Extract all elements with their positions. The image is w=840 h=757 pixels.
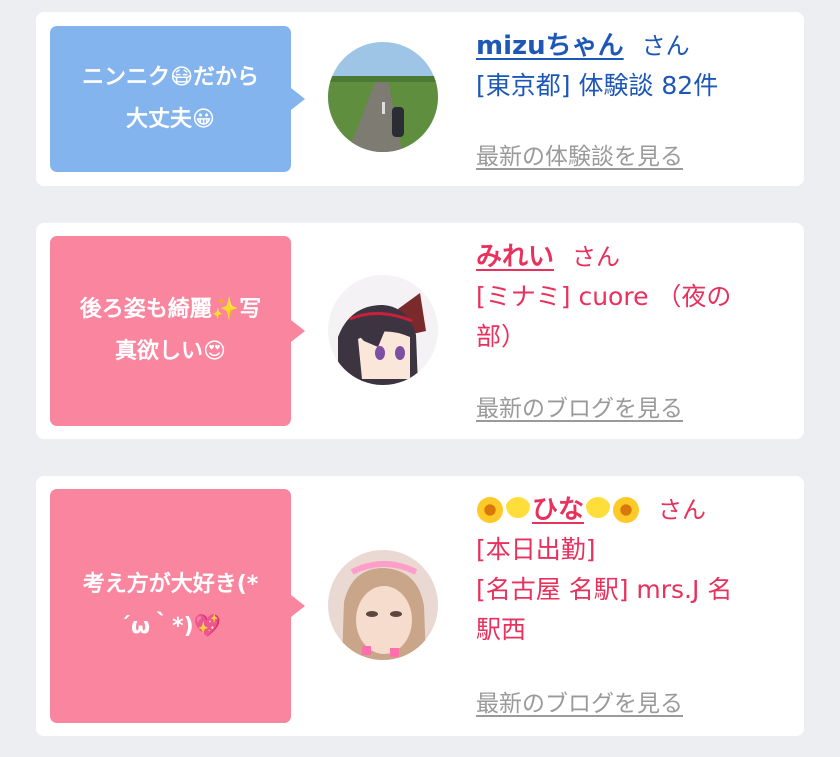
avatar-photo	[328, 42, 438, 152]
avatar-photo	[328, 275, 438, 385]
reviewer-name-link[interactable]: みれい	[476, 242, 554, 272]
comment-line: 考え方が大好き(*	[82, 572, 259, 597]
review-card: 後ろ姿も綺麗✨写 真欲しい😍 みれい さん [ミナミ] cuore （夜の 部） …	[36, 223, 804, 439]
reviewer-meta: [東京都] 体験談 82件	[476, 71, 719, 100]
sunflower-icon	[613, 497, 640, 523]
review-card: 考え方が大好き(* ´ω｀*)💖 ひな さん [本日出勤] [名古屋 名駅] mr…	[36, 476, 804, 736]
comment-bubble: ニンニク😷だから 大丈夫😀	[50, 26, 305, 172]
name-line: ひな さん	[476, 492, 796, 528]
reviewer-name: ひな	[532, 495, 585, 525]
reviewer-name-link[interactable]: mizuちゃん	[476, 31, 624, 61]
comment-line: 後ろ姿も綺麗✨写	[79, 297, 262, 322]
name-line: mizuちゃん さん	[476, 28, 796, 64]
avatar[interactable]	[328, 275, 438, 385]
chick-icon	[585, 497, 612, 523]
name-line: みれい さん	[476, 239, 796, 275]
reviewer-meta: [名古屋 名駅] mrs.J 名	[476, 575, 733, 604]
sunflower-icon	[477, 497, 503, 523]
honorific: さん	[572, 243, 621, 271]
reviewer-meta: 駅西	[476, 615, 527, 644]
reviewer-info: みれい さん [ミナミ] cuore （夜の 部）	[476, 239, 796, 357]
comment-bubble: 考え方が大好き(* ´ω｀*)💖	[50, 489, 305, 723]
reviewer-meta: 部）	[476, 322, 527, 351]
review-card: ニンニク😷だから 大丈夫😀 mizuちゃん さん [東京都] 体験談 82件 最新…	[36, 12, 804, 186]
latest-reviews-link[interactable]: 最新の体験談を見る	[476, 137, 683, 171]
chick-icon	[505, 497, 531, 523]
reviewer-meta: [ミナミ] cuore （夜の	[476, 282, 732, 311]
avatar-photo	[328, 550, 438, 660]
avatar[interactable]	[328, 42, 438, 152]
comment-line: 大丈夫😀	[126, 107, 215, 132]
comment-line: ニンニク😷だから	[82, 65, 259, 90]
honorific: さん	[658, 496, 707, 524]
reviewer-name-link[interactable]: ひな	[476, 495, 640, 525]
comment-bubble: 後ろ姿も綺麗✨写 真欲しい😍	[50, 236, 305, 426]
reviewer-info: ひな さん [本日出勤] [名古屋 名駅] mrs.J 名 駅西	[476, 492, 796, 650]
latest-blog-link[interactable]: 最新のブログを見る	[476, 389, 683, 423]
reviewer-meta: [本日出勤]	[476, 535, 596, 564]
latest-blog-link[interactable]: 最新のブログを見る	[476, 684, 683, 718]
comment-line: ´ω｀*)💖	[119, 614, 222, 639]
avatar[interactable]	[328, 550, 438, 660]
comment-line: 真欲しい😍	[115, 339, 226, 364]
honorific: さん	[641, 32, 690, 60]
reviewer-info: mizuちゃん さん [東京都] 体験談 82件	[476, 28, 796, 106]
